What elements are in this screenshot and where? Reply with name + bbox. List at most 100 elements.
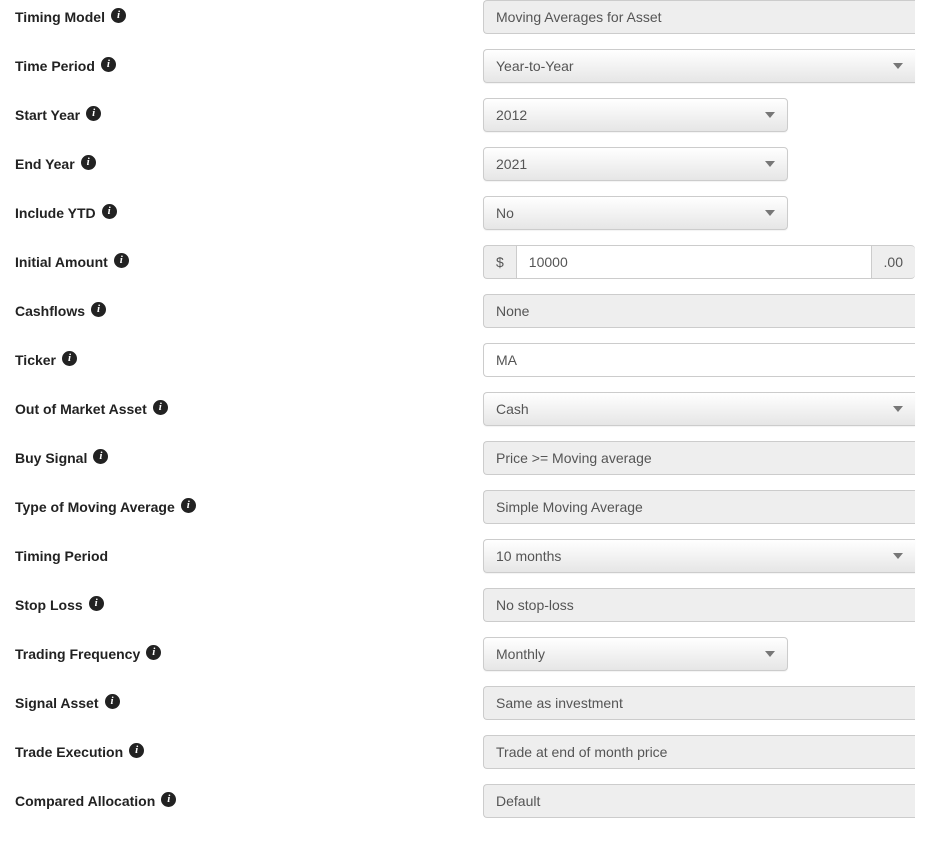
out-of-market-asset-value: Cash	[496, 401, 529, 417]
label-text: Trade Execution	[15, 744, 123, 760]
label-text: Initial Amount	[15, 254, 108, 270]
row-include-ytd: Include YTD i No	[15, 196, 915, 230]
compared-allocation-select[interactable]: Default	[483, 784, 915, 818]
row-trading-frequency: Trading Frequency i Monthly	[15, 637, 915, 671]
start-year-select[interactable]: 2012	[483, 98, 788, 132]
initial-amount-input[interactable]	[529, 246, 859, 278]
out-of-market-asset-select[interactable]: Cash	[483, 392, 915, 426]
chevron-down-icon	[765, 112, 775, 118]
info-icon[interactable]: i	[62, 351, 77, 366]
time-period-select[interactable]: Year-to-Year	[483, 49, 915, 83]
label-text: Trading Frequency	[15, 646, 140, 662]
label-text: Signal Asset	[15, 695, 99, 711]
label-text: End Year	[15, 156, 75, 172]
info-icon[interactable]: i	[146, 645, 161, 660]
info-icon[interactable]: i	[105, 694, 120, 709]
label-ticker: Ticker i	[15, 352, 483, 368]
info-icon[interactable]: i	[93, 449, 108, 464]
chevron-down-icon	[893, 63, 903, 69]
label-text: Stop Loss	[15, 597, 83, 613]
chevron-down-icon	[765, 651, 775, 657]
row-time-period: Time Period i Year-to-Year	[15, 49, 915, 83]
row-out-of-market-asset: Out of Market Asset i Cash	[15, 392, 915, 426]
type-ma-select[interactable]: Simple Moving Average	[483, 490, 915, 524]
cashflows-value: None	[496, 303, 529, 319]
label-type-ma: Type of Moving Average i	[15, 499, 483, 515]
currency-prefix: $	[483, 245, 516, 279]
ticker-input-wrapper	[483, 343, 915, 377]
row-type-ma: Type of Moving Average i Simple Moving A…	[15, 490, 915, 524]
buy-signal-select[interactable]: Price >= Moving average	[483, 441, 915, 475]
signal-asset-value: Same as investment	[496, 695, 623, 711]
info-icon[interactable]: i	[81, 155, 96, 170]
label-text: Compared Allocation	[15, 793, 155, 809]
label-cashflows: Cashflows i	[15, 303, 483, 319]
timing-period-select[interactable]: 10 months	[483, 539, 915, 573]
ticker-input[interactable]	[496, 344, 903, 376]
info-icon[interactable]: i	[102, 204, 117, 219]
currency-suffix: .00	[872, 245, 915, 279]
label-text: Type of Moving Average	[15, 499, 175, 515]
signal-asset-select[interactable]: Same as investment	[483, 686, 915, 720]
label-timing-period: Timing Period	[15, 548, 483, 564]
chevron-down-icon	[765, 210, 775, 216]
compared-allocation-value: Default	[496, 793, 540, 809]
label-text: Include YTD	[15, 205, 96, 221]
label-initial-amount: Initial Amount i	[15, 254, 483, 270]
label-signal-asset: Signal Asset i	[15, 695, 483, 711]
start-year-value: 2012	[496, 107, 527, 123]
include-ytd-select[interactable]: No	[483, 196, 788, 230]
time-period-value: Year-to-Year	[496, 58, 574, 74]
timing-model-value: Moving Averages for Asset	[496, 9, 662, 25]
stop-loss-value: No stop-loss	[496, 597, 574, 613]
label-text: Buy Signal	[15, 450, 87, 466]
label-text: Cashflows	[15, 303, 85, 319]
row-initial-amount: Initial Amount i $ .00	[15, 245, 915, 279]
initial-amount-input-wrapper	[516, 245, 872, 279]
label-text: Start Year	[15, 107, 80, 123]
label-text: Timing Model	[15, 9, 105, 25]
info-icon[interactable]: i	[111, 8, 126, 23]
trading-frequency-select[interactable]: Monthly	[483, 637, 788, 671]
type-ma-value: Simple Moving Average	[496, 499, 643, 515]
include-ytd-value: No	[496, 205, 514, 221]
label-time-period: Time Period i	[15, 58, 483, 74]
label-buy-signal: Buy Signal i	[15, 450, 483, 466]
form-container: Timing Model i Moving Averages for Asset…	[0, 0, 930, 828]
row-cashflows: Cashflows i None	[15, 294, 915, 328]
info-icon[interactable]: i	[161, 792, 176, 807]
row-stop-loss: Stop Loss i No stop-loss	[15, 588, 915, 622]
trade-execution-value: Trade at end of month price	[496, 744, 667, 760]
info-icon[interactable]: i	[181, 498, 196, 513]
row-end-year: End Year i 2021	[15, 147, 915, 181]
info-icon[interactable]: i	[129, 743, 144, 758]
chevron-down-icon	[893, 553, 903, 559]
label-text: Time Period	[15, 58, 95, 74]
info-icon[interactable]: i	[91, 302, 106, 317]
trade-execution-select[interactable]: Trade at end of month price	[483, 735, 915, 769]
trading-frequency-value: Monthly	[496, 646, 545, 662]
row-trade-execution: Trade Execution i Trade at end of month …	[15, 735, 915, 769]
row-start-year: Start Year i 2012	[15, 98, 915, 132]
info-icon[interactable]: i	[86, 106, 101, 121]
label-text: Ticker	[15, 352, 56, 368]
chevron-down-icon	[893, 406, 903, 412]
label-include-ytd: Include YTD i	[15, 205, 483, 221]
row-buy-signal: Buy Signal i Price >= Moving average	[15, 441, 915, 475]
info-icon[interactable]: i	[153, 400, 168, 415]
info-icon[interactable]: i	[114, 253, 129, 268]
row-ticker: Ticker i	[15, 343, 915, 377]
stop-loss-select[interactable]: No stop-loss	[483, 588, 915, 622]
label-timing-model: Timing Model i	[15, 9, 483, 25]
cashflows-select[interactable]: None	[483, 294, 915, 328]
row-timing-period: Timing Period 10 months	[15, 539, 915, 573]
timing-model-select[interactable]: Moving Averages for Asset	[483, 0, 915, 34]
label-start-year: Start Year i	[15, 107, 483, 123]
info-icon[interactable]: i	[89, 596, 104, 611]
timing-period-value: 10 months	[496, 548, 561, 564]
info-icon[interactable]: i	[101, 57, 116, 72]
row-signal-asset: Signal Asset i Same as investment	[15, 686, 915, 720]
label-out-of-market-asset: Out of Market Asset i	[15, 401, 483, 417]
chevron-down-icon	[765, 161, 775, 167]
end-year-select[interactable]: 2021	[483, 147, 788, 181]
